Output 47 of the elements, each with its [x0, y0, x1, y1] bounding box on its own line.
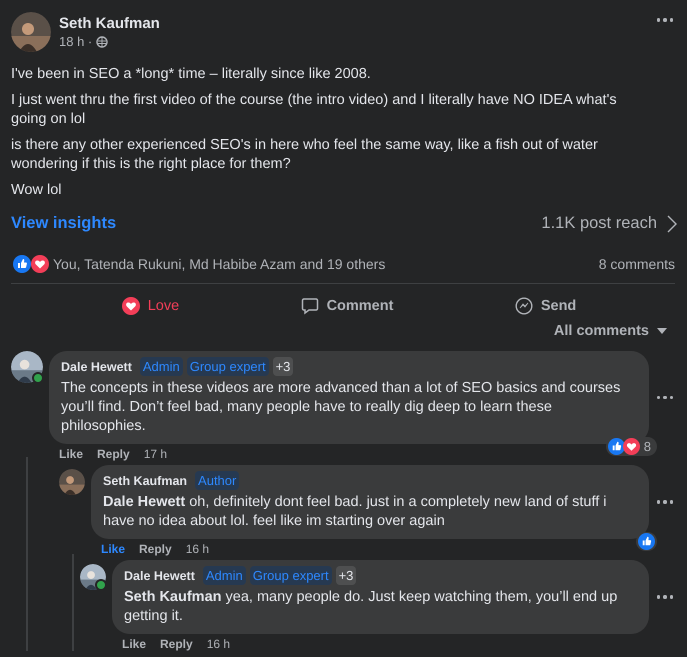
- chevron-right-icon[interactable]: [667, 214, 677, 232]
- like-icon: [638, 533, 655, 550]
- role-badge: Group expert: [250, 566, 332, 585]
- more-badges[interactable]: +3: [272, 357, 294, 376]
- commenter-name[interactable]: Dale Hewett: [124, 568, 195, 582]
- comment-time: 17 h: [144, 447, 168, 461]
- comment-count[interactable]: 8 comments: [598, 256, 675, 272]
- role-badge: Admin: [140, 357, 183, 376]
- like-link[interactable]: Like: [59, 447, 84, 461]
- post-reach[interactable]: 1.1K post reach: [541, 214, 657, 233]
- post-text: Wow lol: [11, 181, 62, 200]
- view-insights-link[interactable]: View insights: [11, 214, 542, 233]
- reply-link[interactable]: Reply: [139, 542, 172, 556]
- role-badge: Admin: [202, 566, 246, 585]
- like-link[interactable]: Like: [101, 542, 126, 556]
- post-time[interactable]: 18 h ·: [59, 34, 92, 49]
- messenger-icon: [514, 297, 533, 315]
- online-dot: [95, 579, 107, 591]
- comment-time: 16 h: [206, 637, 230, 651]
- comment-text: Seth Kaufman yea, many people do. Just keep watching them, you’ll end up getting it.: [124, 588, 618, 626]
- commenter-name[interactable]: Dale Hewett: [61, 360, 132, 374]
- like-link[interactable]: Like: [122, 637, 146, 651]
- caret-down-icon: [657, 328, 667, 334]
- send-button[interactable]: Send: [502, 291, 588, 321]
- role-badge: Group expert: [186, 357, 269, 376]
- commenter-name[interactable]: Seth Kaufman: [103, 474, 188, 488]
- online-dot: [32, 372, 44, 384]
- comment-text: Dale Hewett oh, definitely dont feel bad. just in a completely new land of stuff i have no idea about lol. feel like im starting over again: [103, 493, 608, 531]
- more-badges[interactable]: +3: [336, 566, 356, 585]
- post-text: I've been in SEO a *long* time – literally since like 2008.: [11, 65, 372, 84]
- comment-button[interactable]: Comment: [288, 291, 406, 321]
- post-text: I just went thru the first video of the course (the intro video) and I literally have NO IDEA what's going on lol: [11, 91, 618, 129]
- speech-bubble-icon: [300, 297, 319, 315]
- role-badge: Author: [195, 471, 240, 490]
- comment-sort-dropdown[interactable]: All comments: [544, 321, 677, 345]
- comment-time: 16 h: [186, 542, 210, 556]
- author-name[interactable]: Seth Kaufman: [59, 15, 644, 32]
- post-text: is there any other experienced SEO's in here who feel the same way, like a fish out of water wondering if this is the right place for them?: [11, 136, 599, 174]
- reply-link[interactable]: Reply: [97, 447, 130, 461]
- reaction-count: 8: [644, 439, 651, 454]
- comment-text: The concepts in these videos are more advanced than a lot of SEO basics and courses you’ll find. Don’t feel bad, many people have to really dig deep to learn these philosophies.: [61, 379, 622, 436]
- reply-link[interactable]: Reply: [160, 637, 193, 651]
- like-icon: [13, 255, 31, 273]
- love-button[interactable]: Love: [110, 291, 192, 321]
- globe-icon: [96, 36, 108, 48]
- reactions-summary[interactable]: You, Tatenda Rukuni, Md Habibe Azam and 19 others: [53, 256, 599, 272]
- like-icon: [608, 438, 625, 455]
